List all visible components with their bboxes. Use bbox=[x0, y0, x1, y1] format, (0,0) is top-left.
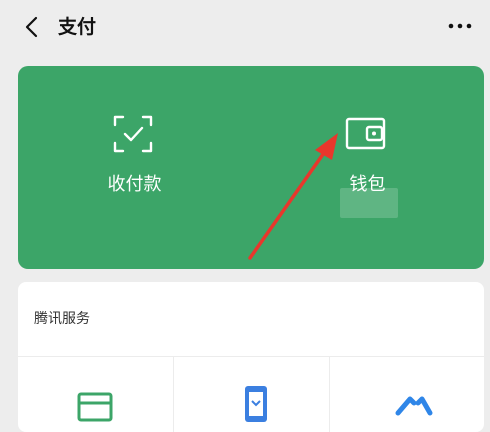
service-item-third[interactable] bbox=[330, 357, 485, 432]
service-item-phone[interactable] bbox=[174, 357, 329, 432]
top-navigation-bar: 支付 bbox=[0, 0, 490, 54]
wallet-icon bbox=[345, 114, 387, 154]
phone-topup-icon bbox=[238, 383, 282, 423]
services-section-title: 腾讯服务 bbox=[34, 311, 90, 327]
receive-pay-label: 收付款 bbox=[107, 174, 162, 195]
payment-card: 收付款 钱包 bbox=[18, 66, 484, 269]
back-icon[interactable] bbox=[22, 15, 44, 39]
service-item-card[interactable] bbox=[18, 357, 173, 432]
blurred-balance bbox=[340, 188, 398, 218]
tencent-services-panel: 腾讯服务 bbox=[18, 282, 484, 432]
page-title: 支付 bbox=[58, 16, 97, 38]
card-icon bbox=[74, 383, 118, 423]
service-icon bbox=[390, 383, 434, 423]
scan-check-icon bbox=[112, 114, 154, 154]
receive-pay-button[interactable]: 收付款 bbox=[18, 66, 251, 269]
wallet-button[interactable]: 钱包 bbox=[251, 66, 484, 269]
more-options-icon[interactable] bbox=[446, 16, 474, 36]
